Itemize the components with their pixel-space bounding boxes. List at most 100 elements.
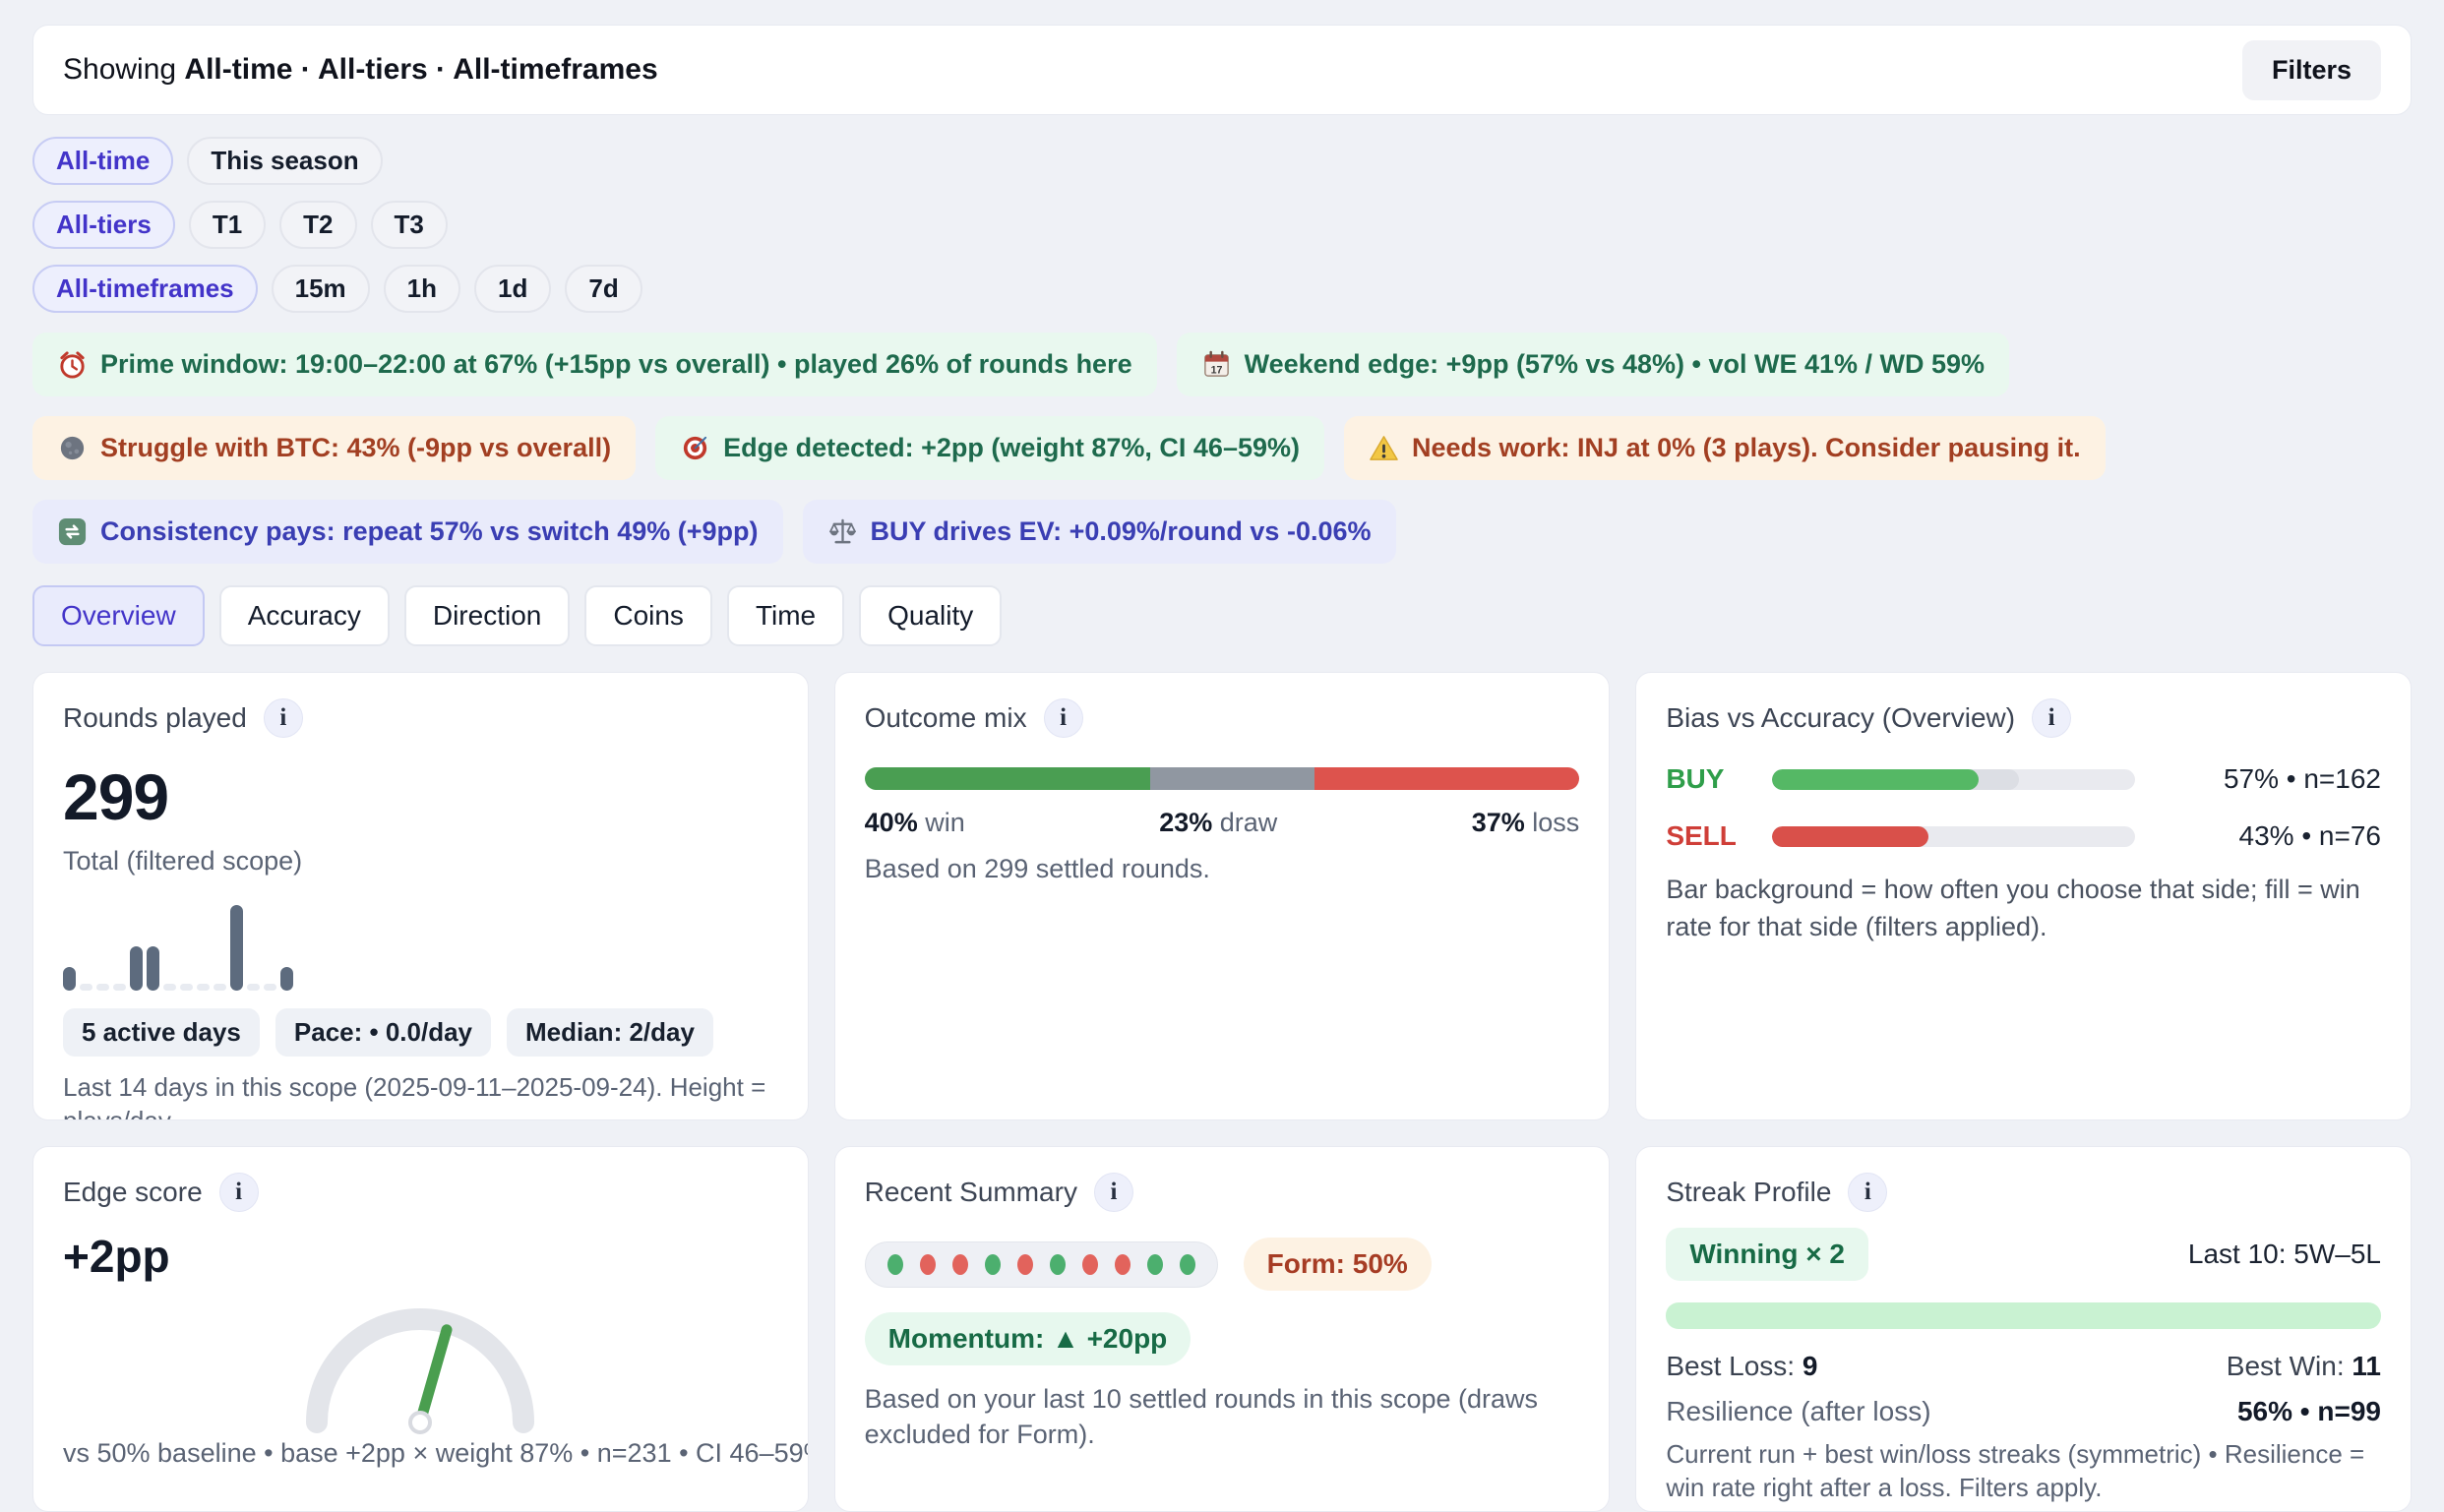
outcome-label-draw: 23% draw [1159,808,1277,838]
day-bar [197,984,210,991]
info-icon[interactable]: i [1044,698,1083,738]
tab-accuracy[interactable]: Accuracy [219,585,390,646]
card-edge-score: Edge score i +2pp vs 50% baseline • base… [32,1146,809,1512]
recent-results-row: Form: 50% [865,1238,1580,1291]
insight-badge-needs-work: Needs work: INJ at 0% (3 plays). Conside… [1344,416,2106,480]
card-title: Rounds played [63,702,247,734]
filter-row-tiers: All-tiers T1 T2 T3 [32,201,2412,249]
day-bar [130,946,143,991]
filters-button[interactable]: Filters [2242,40,2381,100]
info-icon[interactable]: i [1848,1173,1887,1212]
outcome-label-loss: 37% loss [1472,808,1580,838]
tab-direction[interactable]: Direction [404,585,570,646]
win-rate-fill [1772,769,1979,790]
resilience-value: 56% • n=99 [2237,1396,2381,1427]
insight-badge-edge-detected: Edge detected: +2pp (weight 87%, CI 46–5… [655,416,1324,480]
momentum-chip: Momentum: ▲ +20pp [865,1312,1191,1365]
bias-caption: Bar background = how often you choose th… [1666,872,2381,946]
gauge-pivot [410,1413,430,1432]
calendar-icon: 17 [1201,349,1232,380]
info-icon[interactable]: i [1094,1173,1133,1212]
outcome-labels: 40% win23% draw37% loss [865,808,1580,838]
insight-text: Struggle with BTC: 43% (-9pp vs overall) [100,433,611,463]
filter-chip-t3[interactable]: T3 [371,201,448,249]
filter-chip-all-tiers[interactable]: All-tiers [32,201,175,249]
bias-bars: BUY57% • n=162SELL43% • n=76 [1666,763,2381,852]
header-bar: Showing All-time · All-tiers · All-timef… [32,25,2412,115]
day-bar [180,984,193,991]
card-recent-summary: Recent Summary i Form: 50% Momentum: ▲ +… [834,1146,1611,1512]
rounds-footnote: Last 14 days in this scope (2025-09-11–2… [63,1070,778,1120]
rounds-stat-chips: 5 active days Pace: • 0.0/day Median: 2/… [63,1008,778,1057]
insight-text: Consistency pays: repeat 57% vs switch 4… [100,516,759,547]
outcome-footnote: Based on 299 settled rounds. [865,854,1580,884]
filter-chip-7d[interactable]: 7d [565,265,642,313]
pace-chip: Pace: • 0.0/day [275,1008,491,1057]
streak-caption: Current run + best win/loss streaks (sym… [1666,1437,2381,1505]
insight-badge-consistency-pays: Consistency pays: repeat 57% vs switch 4… [32,500,783,564]
loss-dot [952,1254,968,1275]
tab-coins[interactable]: Coins [584,585,712,646]
win-dot [1050,1254,1066,1275]
insight-text: Prime window: 19:00–22:00 at 67% (+15pp … [100,349,1132,380]
best-loss: Best Loss: 9 [1666,1351,1817,1382]
rounds-total-value: 299 [63,759,778,834]
card-rounds-played: Rounds played i 299 Total (filtered scop… [32,672,809,1120]
day-bar [247,984,260,991]
info-icon[interactable]: i [264,698,303,738]
bias-track [1772,826,2135,847]
info-icon[interactable]: i [219,1173,259,1212]
filter-chip-t1[interactable]: T1 [189,201,266,249]
day-bar [214,984,226,991]
recent-results-dots [865,1241,1218,1288]
card-title: Bias vs Accuracy (Overview) [1666,702,2015,734]
win-dot [1147,1254,1163,1275]
streak-bar [1666,1302,2381,1329]
alarm-clock-icon [57,349,88,380]
tab-overview[interactable]: Overview [32,585,205,646]
filter-chip-15m[interactable]: 15m [272,265,370,313]
day-bar [163,984,176,991]
day-bar [113,984,126,991]
win-dot [1180,1254,1195,1275]
tab-time[interactable]: Time [727,585,844,646]
scope-summary: Showing All-time · All-tiers · All-timef… [63,53,658,87]
side-label: SELL [1666,820,1752,852]
card-streak-profile: Streak Profile i Winning × 2 Last 10: 5W… [1635,1146,2412,1512]
tab-quality[interactable]: Quality [859,585,1002,646]
current-streak-chip: Winning × 2 [1666,1228,1868,1281]
filter-row-timeframes: All-timeframes 15m 1h 1d 7d [32,265,2412,313]
outcome-segment-win [865,767,1151,790]
svg-text:17: 17 [1210,365,1222,377]
filter-chip-1h[interactable]: 1h [384,265,460,313]
filter-chip-all-timeframes[interactable]: All-timeframes [32,265,258,313]
dashboard: Showing All-time · All-tiers · All-timef… [0,0,2444,1512]
filter-chip-t2[interactable]: T2 [279,201,356,249]
day-bar [63,967,76,991]
median-chip: Median: 2/day [507,1008,713,1057]
outcome-stacked-bar [865,767,1580,790]
filter-chip-1d[interactable]: 1d [474,265,551,313]
edge-score-value: +2pp [63,1230,778,1283]
filter-chip-this-season[interactable]: This season [187,137,382,185]
info-icon[interactable]: i [2032,698,2071,738]
loss-dot [1082,1254,1098,1275]
day-bar [96,984,109,991]
gauge-needle [420,1330,447,1422]
outcome-segment-loss [1314,767,1579,790]
loss-dot [920,1254,936,1275]
filter-chip-all-time[interactable]: All-time [32,137,173,185]
card-outcome-mix: Outcome mix i 40% win23% draw37% loss Ba… [834,672,1611,1120]
bias-row-buy: BUY57% • n=162 [1666,763,2381,795]
insight-badge-weekend-edge: 17Weekend edge: +9pp (57% vs 48%) • vol … [1177,333,2009,396]
insight-row-2: Struggle with BTC: 43% (-9pp vs overall)… [32,416,2412,480]
outcome-segment-draw [1150,767,1314,790]
loss-dot [1017,1254,1033,1275]
warning-icon [1369,433,1399,463]
card-bias-accuracy: Bias vs Accuracy (Overview) i BUY57% • n… [1635,672,2412,1120]
day-bar [264,984,276,991]
target-icon [680,433,710,463]
bias-value: 57% • n=162 [2155,763,2381,795]
insight-text: BUY drives EV: +0.09%/round vs -0.06% [871,516,1372,547]
insight-badge-buy-drives-ev: BUY drives EV: +0.09%/round vs -0.06% [803,500,1396,564]
